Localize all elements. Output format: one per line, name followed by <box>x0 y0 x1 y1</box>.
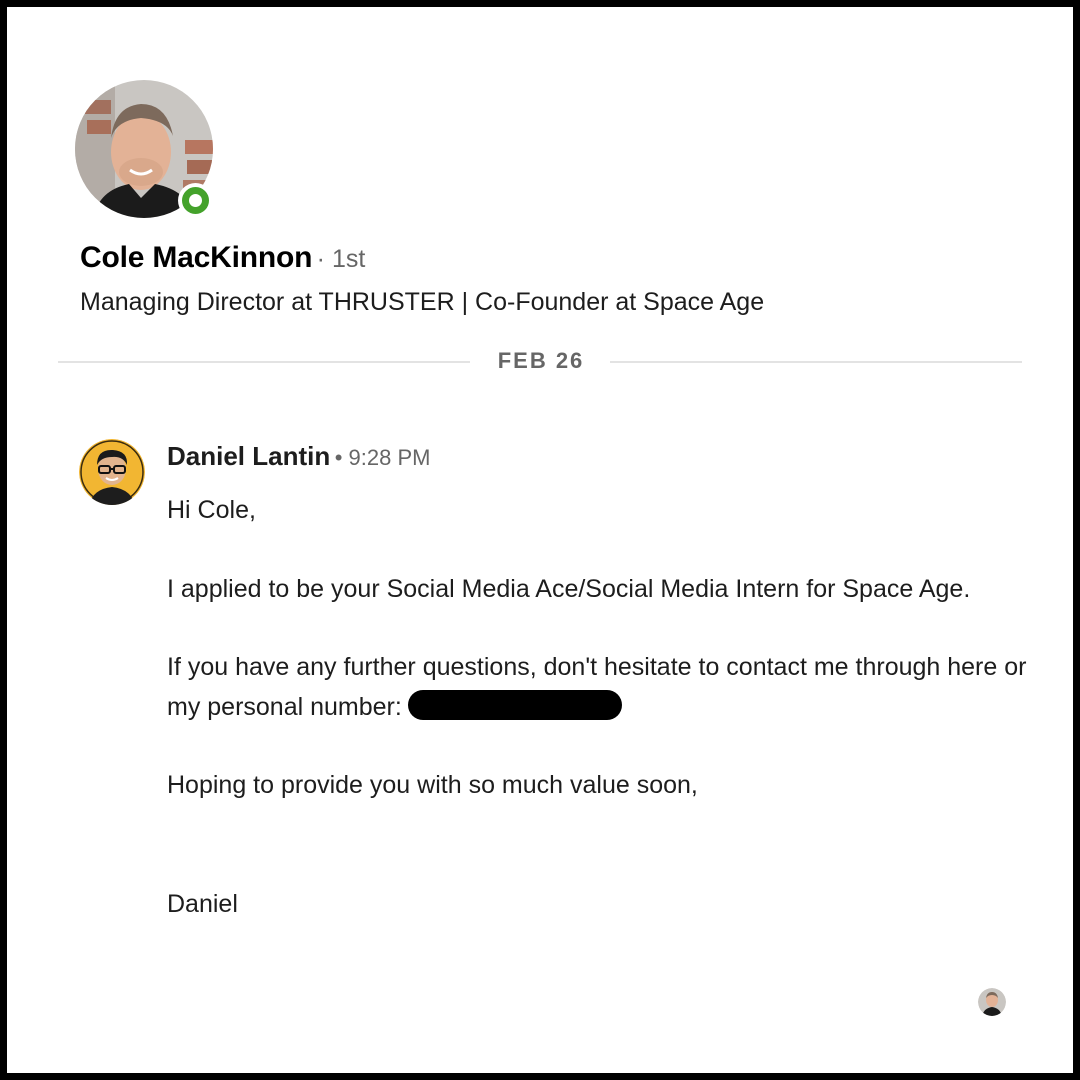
message-paragraph: If you have any further questions, don't… <box>167 648 1027 727</box>
date-divider-line-right <box>610 361 1022 363</box>
read-receipt-avatar-icon <box>978 988 1006 1016</box>
profile-name[interactable]: Cole MacKinnon <box>80 241 312 274</box>
online-status-icon <box>178 183 213 218</box>
conversation-panel: Cole MacKinnon · 1st Managing Director a… <box>7 7 1073 1073</box>
message-header: Daniel Lantin • 9:28 PM <box>167 441 430 472</box>
sender-avatar[interactable] <box>79 439 145 505</box>
redacted-phone-number <box>407 689 622 720</box>
profile-headline: Managing Director at THRUSTER | Co-Found… <box>80 288 765 316</box>
date-divider-label: FEB 26 <box>497 348 585 373</box>
message-body: Hi Cole, I applied to be your Social Med… <box>167 491 1027 924</box>
date-divider-line-left <box>58 361 470 363</box>
connection-degree: · 1st <box>316 245 366 273</box>
message-greeting: Hi Cole, <box>167 496 256 524</box>
message-timestamp: • 9:28 PM <box>334 445 431 470</box>
profile-name-line: Cole MacKinnon · 1st <box>80 241 365 275</box>
message-signoff: Daniel <box>167 889 238 918</box>
sender-name[interactable]: Daniel Lantin <box>167 441 330 471</box>
sender-photo-icon <box>79 439 145 505</box>
message-paragraph: Hoping to provide you with so much value… <box>167 771 698 799</box>
message-paragraph: I applied to be your Social Media Ace/So… <box>167 574 971 603</box>
